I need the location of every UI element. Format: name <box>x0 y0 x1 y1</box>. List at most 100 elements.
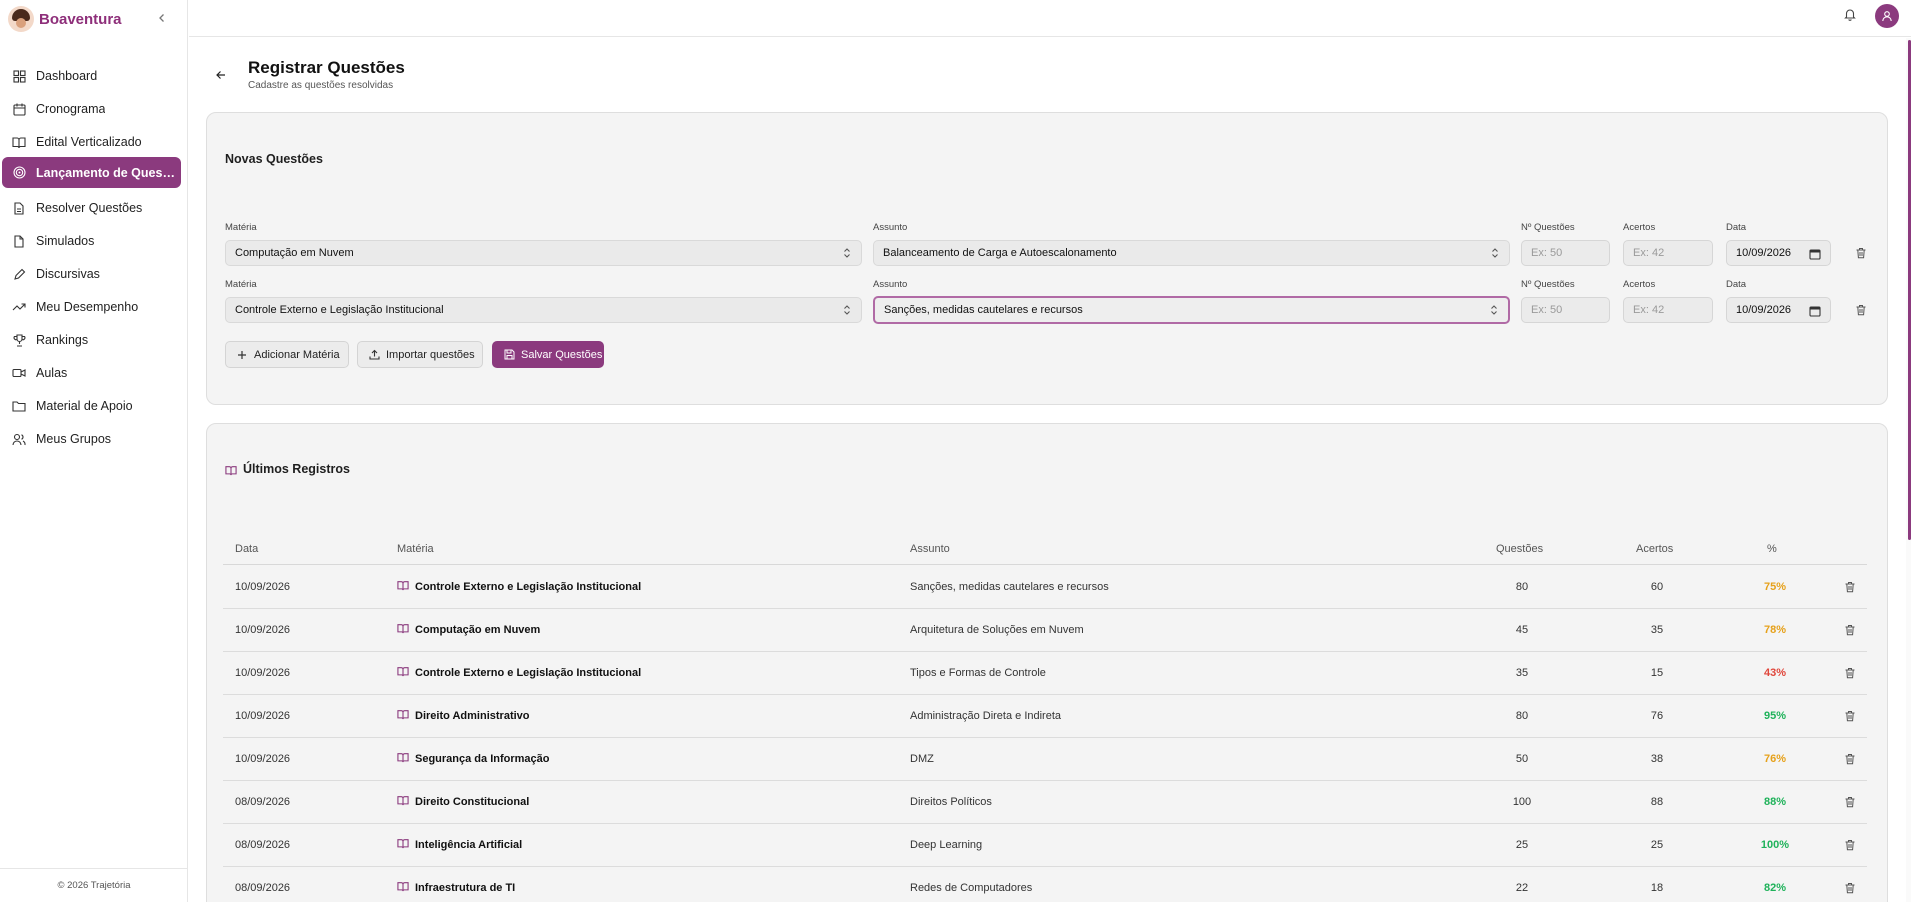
sidebar-item-simulados[interactable]: Simulados <box>2 226 181 256</box>
calendar-icon[interactable] <box>1809 305 1821 317</box>
cell-data: 08/09/2026 <box>235 882 291 894</box>
sidebar-item-rankings[interactable]: Rankings <box>2 325 181 355</box>
data-label: Data <box>1726 222 1747 233</box>
sidebar-item-grupos[interactable]: Meus Grupos <box>2 424 181 454</box>
sidebar-item-label: Dashboard <box>36 69 98 83</box>
table-row[interactable]: 08/09/2026 Infraestrutura de TI Redes de C… <box>223 867 1867 902</box>
n-questoes-label: Nº Questões <box>1521 222 1575 233</box>
sidebar-item-desempenho[interactable]: Meu Desempenho <box>2 292 181 322</box>
cell-pct: 82% <box>1763 882 1787 894</box>
book-open-icon <box>397 709 409 721</box>
sidebar-item-discursivas[interactable]: Discursivas <box>2 259 181 289</box>
cell-questoes: 50 <box>1515 753 1529 765</box>
trash-icon <box>1844 711 1856 725</box>
cell-pct: 100% <box>1760 839 1790 851</box>
sidebar-item-lancamento[interactable]: Lançamento de Questõ... <box>2 157 181 188</box>
acertos-input[interactable]: Ex: 42 <box>1623 297 1713 323</box>
table-row[interactable]: 10/09/2026 Direito Administrativo Administ… <box>223 695 1867 738</box>
date-input[interactable]: 10/09/2026 <box>1726 297 1831 323</box>
n-questoes-input[interactable]: Ex: 50 <box>1521 240 1610 266</box>
calendar-icon[interactable] <box>1809 248 1821 260</box>
sidebar-item-material[interactable]: Material de Apoio <box>2 391 181 421</box>
cell-assunto: Administração Direta e Indireta <box>910 710 1062 722</box>
calendar-icon <box>11 101 27 117</box>
cell-questoes: 45 <box>1515 624 1529 636</box>
col-questoes: Questões <box>1496 543 1544 555</box>
assunto-select[interactable]: Sanções, medidas cautelares e recursos <box>873 296 1510 324</box>
table-row[interactable]: 10/09/2026 Computação em Nuvem Arquitetura… <box>223 609 1867 652</box>
cell-questoes: 80 <box>1515 581 1529 593</box>
book-open-icon <box>397 623 409 635</box>
materia-select-value: Controle Externo e Legislação Institucio… <box>235 304 444 316</box>
remove-row-button[interactable] <box>1854 246 1868 260</box>
trash-icon <box>1844 582 1856 596</box>
save-questions-button[interactable]: Salvar Questões <box>492 341 604 368</box>
notifications-button[interactable] <box>1843 7 1859 23</box>
delete-record-button[interactable] <box>1844 753 1856 765</box>
cell-pct: 88% <box>1763 796 1787 808</box>
plus-icon <box>236 349 248 361</box>
cell-acertos: 60 <box>1650 581 1664 593</box>
delete-record-button[interactable] <box>1844 710 1856 722</box>
delete-record-button[interactable] <box>1844 796 1856 808</box>
cell-data: 08/09/2026 <box>235 839 291 851</box>
cell-data: 10/09/2026 <box>235 710 291 722</box>
cell-data: 08/09/2026 <box>235 796 291 808</box>
collapse-sidebar-button[interactable] <box>154 10 170 26</box>
cell-assunto: Tipos e Formas de Controle <box>910 667 1046 679</box>
delete-record-button[interactable] <box>1844 624 1856 636</box>
materia-select[interactable]: Controle Externo e Legislação Institucio… <box>225 297 862 323</box>
acertos-placeholder: Ex: 42 <box>1633 247 1665 259</box>
assunto-select-value: Sanções, medidas cautelares e recursos <box>884 304 1083 316</box>
col-data: Data <box>235 543 259 555</box>
user-avatar-button[interactable] <box>1875 4 1899 28</box>
delete-record-button[interactable] <box>1844 839 1856 851</box>
target-icon <box>11 165 27 181</box>
sidebar-item-label: Meus Grupos <box>36 432 112 446</box>
cell-questoes: 22 <box>1515 882 1529 894</box>
cell-questoes: 25 <box>1515 839 1529 851</box>
table-row[interactable]: 10/09/2026 Controle Externo e Legislação … <box>223 652 1867 695</box>
sidebar-item-edital[interactable]: Edital Verticalizado <box>2 127 181 157</box>
cell-materia: Computação em Nuvem <box>415 624 541 636</box>
sidebar-item-dashboard[interactable]: Dashboard <box>2 61 181 91</box>
file-icon <box>11 233 27 249</box>
materia-select[interactable]: Computação em Nuvem <box>225 240 862 266</box>
n-questoes-input[interactable]: Ex: 50 <box>1521 297 1610 323</box>
acertos-label: Acertos <box>1623 279 1656 290</box>
save-icon <box>503 349 515 361</box>
back-button[interactable] <box>213 67 229 83</box>
cell-questoes: 35 <box>1515 667 1529 679</box>
col-pct: % <box>1767 543 1777 555</box>
materia-label: Matéria <box>225 279 257 290</box>
table-row[interactable]: 08/09/2026 Direito Constitucional Direitos… <box>223 781 1867 824</box>
trash-icon <box>1856 248 1866 259</box>
sidebar-item-cronograma[interactable]: Cronograma <box>2 94 181 124</box>
cell-acertos: 15 <box>1650 667 1664 679</box>
cell-materia: Inteligência Artificial <box>415 839 523 851</box>
sidebar-item-aulas[interactable]: Aulas <box>2 358 181 388</box>
delete-record-button[interactable] <box>1844 882 1856 894</box>
table-row[interactable]: 10/09/2026 Controle Externo e Legislação … <box>223 566 1867 609</box>
cell-materia: Direito Constitucional <box>415 796 530 808</box>
acertos-input[interactable]: Ex: 42 <box>1623 240 1713 266</box>
chevron-updown-icon <box>844 248 850 258</box>
delete-record-button[interactable] <box>1844 581 1856 593</box>
cell-pct: 78% <box>1763 624 1787 636</box>
sidebar-item-label: Meu Desempenho <box>36 300 139 314</box>
acertos-label: Acertos <box>1623 222 1656 233</box>
user-icon <box>1882 11 1892 22</box>
date-input[interactable]: 10/09/2026 <box>1726 240 1831 266</box>
file-text-icon <box>11 200 27 216</box>
cell-assunto: DMZ <box>910 753 934 765</box>
import-questions-button[interactable]: Importar questões <box>357 341 483 368</box>
remove-row-button[interactable] <box>1854 303 1868 317</box>
assunto-select[interactable]: Balanceamento de Carga e Autoescalonamen… <box>873 240 1510 266</box>
new-questions-card: Novas Questões Matéria Assunto Nº Questõ… <box>206 112 1888 405</box>
add-materia-button[interactable]: Adicionar Matéria <box>225 341 349 368</box>
users-icon <box>11 431 27 447</box>
sidebar-item-resolver[interactable]: Resolver Questões <box>2 193 181 223</box>
delete-record-button[interactable] <box>1844 667 1856 679</box>
table-row[interactable]: 10/09/2026 Segurança da Informação DMZ 50 38… <box>223 738 1867 781</box>
table-row[interactable]: 08/09/2026 Inteligência Artificial Deep Le… <box>223 824 1867 867</box>
